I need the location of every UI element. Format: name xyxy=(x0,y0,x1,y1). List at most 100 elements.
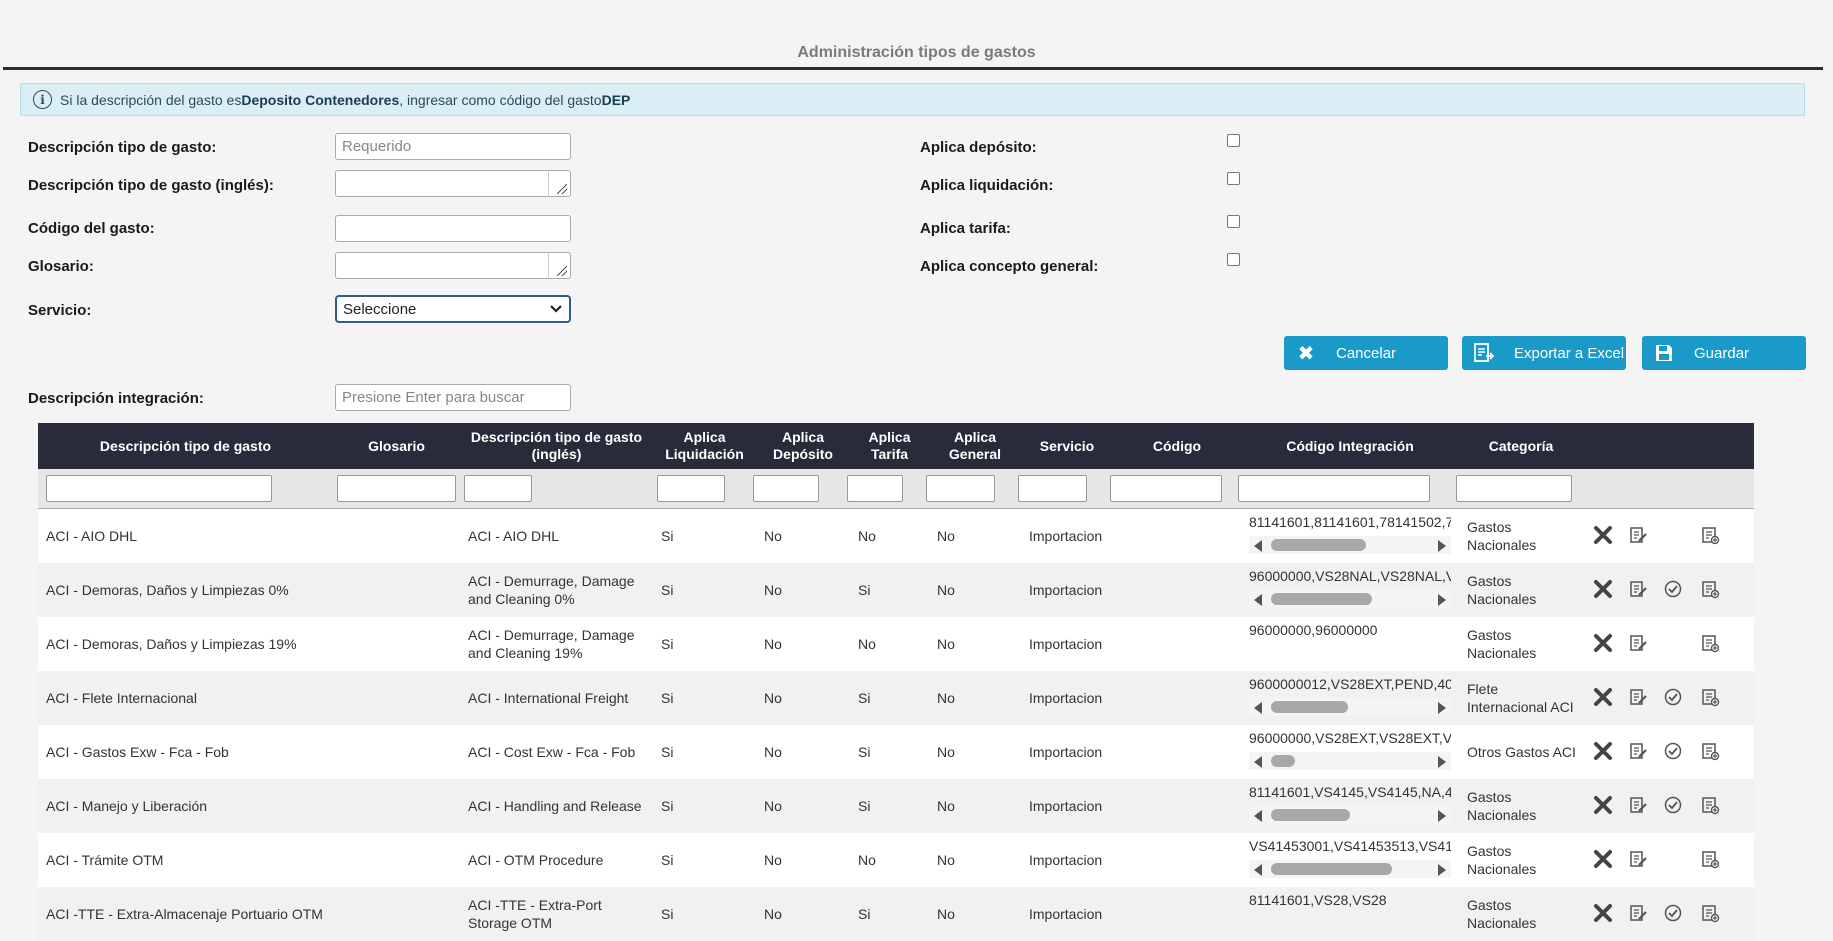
edit-icon[interactable] xyxy=(1626,847,1650,871)
save-button[interactable]: Guardar xyxy=(1642,336,1806,370)
horizontal-scrollbar[interactable] xyxy=(1249,860,1451,878)
scroll-right-icon[interactable] xyxy=(1438,810,1446,822)
scroll-left-icon[interactable] xyxy=(1254,702,1262,714)
col-general[interactable]: Aplica General xyxy=(929,423,1021,469)
filter-servicio[interactable] xyxy=(1018,475,1087,502)
scroll-thumb[interactable] xyxy=(1271,701,1348,713)
delete-icon[interactable] xyxy=(1591,793,1615,817)
resize-handle-icon[interactable] xyxy=(548,170,570,197)
horizontal-scrollbar[interactable] xyxy=(1249,590,1451,608)
horizontal-scrollbar[interactable] xyxy=(1249,752,1451,770)
scroll-left-icon[interactable] xyxy=(1254,864,1262,876)
details-icon[interactable] xyxy=(1698,685,1722,709)
aplica-liquidacion-checkbox[interactable] xyxy=(1227,172,1240,185)
delete-icon[interactable] xyxy=(1591,685,1615,709)
table-row[interactable]: ACI - Gastos Exw - Fca - Fob ACI - Cost … xyxy=(38,725,1754,779)
col-deposito[interactable]: Aplica Depósito xyxy=(756,423,850,469)
edit-icon[interactable] xyxy=(1626,901,1650,925)
scroll-left-icon[interactable] xyxy=(1254,756,1262,768)
col-codigo[interactable]: Código xyxy=(1113,423,1241,469)
cell-descripcion: ACI - Trámite OTM xyxy=(46,852,164,868)
approve-icon[interactable] xyxy=(1661,901,1685,925)
integracion-search-input[interactable] xyxy=(335,384,571,411)
scroll-thumb[interactable] xyxy=(1271,809,1350,821)
filter-categoria[interactable] xyxy=(1456,475,1572,502)
delete-icon[interactable] xyxy=(1591,631,1615,655)
col-desc-ingles[interactable]: Descripción tipo de gasto (inglés) xyxy=(460,423,653,469)
codigo-input[interactable] xyxy=(335,215,571,242)
col-liquidacion[interactable]: Aplica Liquidación xyxy=(653,423,756,469)
horizontal-scrollbar[interactable] xyxy=(1249,806,1451,824)
scroll-right-icon[interactable] xyxy=(1438,594,1446,606)
col-servicio[interactable]: Servicio xyxy=(1021,423,1113,469)
details-icon[interactable] xyxy=(1698,631,1722,655)
table-row[interactable]: ACI - Demoras, Daños y Limpiezas 19% ACI… xyxy=(38,617,1754,671)
resize-handle-icon[interactable] xyxy=(548,252,570,279)
horizontal-scrollbar[interactable] xyxy=(1249,698,1451,716)
aplica-deposito-checkbox[interactable] xyxy=(1227,134,1240,147)
glosario-textarea[interactable] xyxy=(335,252,571,279)
scroll-right-icon[interactable] xyxy=(1438,702,1446,714)
scroll-thumb[interactable] xyxy=(1271,863,1393,875)
descripcion-ingles-textarea[interactable] xyxy=(335,170,571,197)
approve-icon[interactable] xyxy=(1661,793,1685,817)
col-glosario[interactable]: Glosario xyxy=(333,423,460,469)
approve-icon[interactable] xyxy=(1661,739,1685,763)
horizontal-scrollbar[interactable] xyxy=(1249,536,1451,554)
table-row[interactable]: ACI - AIO DHL ACI - AIO DHL Si No No No … xyxy=(38,509,1754,563)
filter-deposito[interactable] xyxy=(753,475,819,502)
delete-icon[interactable] xyxy=(1591,901,1615,925)
edit-icon[interactable] xyxy=(1626,685,1650,709)
scroll-right-icon[interactable] xyxy=(1438,540,1446,552)
filter-liquidacion[interactable] xyxy=(657,475,725,502)
aplica-tarifa-checkbox[interactable] xyxy=(1227,215,1240,228)
details-icon[interactable] xyxy=(1698,739,1722,763)
filter-desc-ingles[interactable] xyxy=(464,475,532,502)
table-row[interactable]: ACI - Flete Internacional ACI - Internat… xyxy=(38,671,1754,725)
filter-integracion[interactable] xyxy=(1238,475,1430,502)
col-integracion[interactable]: Código Integración xyxy=(1241,423,1459,469)
scroll-right-icon[interactable] xyxy=(1438,864,1446,876)
scroll-thumb[interactable] xyxy=(1271,593,1373,605)
details-icon[interactable] xyxy=(1698,523,1722,547)
filter-descripcion[interactable] xyxy=(46,475,272,502)
descripcion-input[interactable] xyxy=(335,133,571,160)
edit-icon[interactable] xyxy=(1626,739,1650,763)
approve-icon[interactable] xyxy=(1661,577,1685,601)
table-row[interactable]: ACI - Trámite OTM ACI - OTM Procedure Si… xyxy=(38,833,1754,887)
scroll-left-icon[interactable] xyxy=(1254,594,1262,606)
details-icon[interactable] xyxy=(1698,901,1722,925)
col-categoria[interactable]: Categoría xyxy=(1459,423,1583,469)
filter-glosario[interactable] xyxy=(337,475,456,502)
cell-desc-ingles: ACI - Demurrage, Damage and Cleaning 19% xyxy=(468,627,635,661)
scroll-left-icon[interactable] xyxy=(1254,810,1262,822)
scroll-right-icon[interactable] xyxy=(1438,756,1446,768)
table-row[interactable]: ACI - Demoras, Daños y Limpiezas 0% ACI … xyxy=(38,563,1754,617)
edit-icon[interactable] xyxy=(1626,577,1650,601)
scroll-left-icon[interactable] xyxy=(1254,540,1262,552)
delete-icon[interactable] xyxy=(1591,739,1615,763)
edit-icon[interactable] xyxy=(1626,631,1650,655)
approve-icon[interactable] xyxy=(1661,685,1685,709)
aplica-concepto-checkbox[interactable] xyxy=(1227,253,1240,266)
filter-codigo[interactable] xyxy=(1110,475,1222,502)
export-excel-button[interactable]: Exportar a Excel xyxy=(1462,336,1626,370)
table-row[interactable]: ACI - Manejo y Liberación ACI - Handling… xyxy=(38,779,1754,833)
servicio-select[interactable]: Seleccione xyxy=(335,295,571,323)
edit-icon[interactable] xyxy=(1626,793,1650,817)
table-row[interactable]: ACI -TTE - Extra-Almacenaje Portuario OT… xyxy=(38,887,1754,941)
filter-general[interactable] xyxy=(926,475,995,502)
col-tarifa[interactable]: Aplica Tarifa xyxy=(850,423,929,469)
scroll-thumb[interactable] xyxy=(1271,755,1296,767)
delete-icon[interactable] xyxy=(1591,847,1615,871)
edit-icon[interactable] xyxy=(1626,523,1650,547)
details-icon[interactable] xyxy=(1698,847,1722,871)
filter-tarifa[interactable] xyxy=(847,475,903,502)
col-descripcion[interactable]: Descripción tipo de gasto xyxy=(38,423,333,469)
details-icon[interactable] xyxy=(1698,577,1722,601)
delete-icon[interactable] xyxy=(1591,577,1615,601)
scroll-thumb[interactable] xyxy=(1271,539,1367,551)
delete-icon[interactable] xyxy=(1591,523,1615,547)
details-icon[interactable] xyxy=(1698,793,1722,817)
cancel-button[interactable]: ✖ Cancelar xyxy=(1284,336,1448,370)
